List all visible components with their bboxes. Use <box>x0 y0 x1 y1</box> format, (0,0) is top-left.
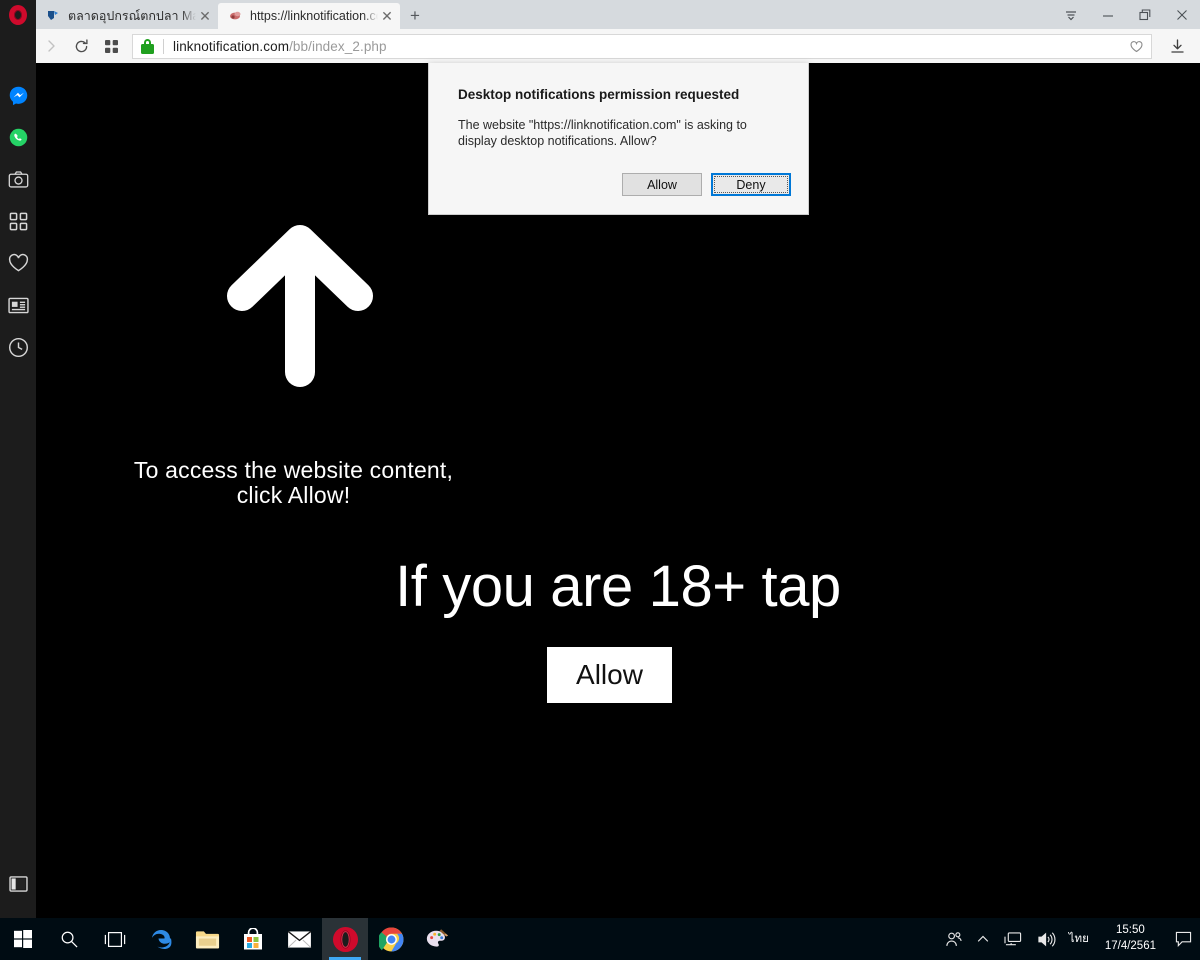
page-instruction-line2: click Allow! <box>236 482 351 509</box>
chrome-icon <box>378 926 404 952</box>
store-icon <box>244 927 262 949</box>
search-icon <box>61 931 78 948</box>
search-button[interactable] <box>46 918 92 960</box>
taskbar-store[interactable] <box>230 918 276 960</box>
sidebar-item-extensions[interactable] <box>0 200 36 242</box>
grid-icon <box>9 212 27 230</box>
news-icon <box>7 297 29 313</box>
action-center-icon[interactable] <box>1166 918 1200 960</box>
bookmark-heart-icon[interactable] <box>1127 37 1145 55</box>
page-instruction-line1: To access the website content, <box>133 457 454 483</box>
tab-bar: ตลาดอุปกรณ์ตกปลา Market ✕ https://linkno… <box>0 0 1200 29</box>
network-icon[interactable] <box>997 918 1030 960</box>
tab-0-title: ตลาดอุปกรณ์ตกปลา Market <box>68 9 196 23</box>
opera-menu-logo[interactable] <box>0 0 36 29</box>
url-path: /bb/index_2.php <box>289 38 387 54</box>
taskbar-file-explorer[interactable] <box>184 918 230 960</box>
people-icon[interactable] <box>938 918 969 960</box>
url-host: linknotification.com <box>173 38 290 54</box>
address-bar[interactable]: linknotification.com/bb/index_2.php <box>132 33 1152 59</box>
forward-button[interactable] <box>36 31 66 61</box>
sidebar-item-snapshot[interactable] <box>0 158 36 200</box>
opera-logo-icon <box>332 926 358 952</box>
clock-date: 17/4/2561 <box>1104 940 1156 952</box>
reload-button[interactable] <box>66 31 96 61</box>
clock-icon <box>8 337 28 357</box>
opera-sidebar <box>0 29 36 918</box>
tab-1-title: https://linknotification.com <box>250 9 378 23</box>
taskbar-paint3d[interactable] <box>414 918 460 960</box>
paint3d-icon <box>426 929 449 947</box>
clock[interactable]: 15:50 17/4/2561 <box>1095 918 1166 960</box>
fish-market-favicon <box>46 8 62 24</box>
site-favicon <box>228 8 244 24</box>
start-button[interactable] <box>0 918 46 960</box>
page-allow-button[interactable]: Allow <box>547 647 672 703</box>
navigation-bar: linknotification.com/bb/index_2.php <box>0 29 1200 63</box>
whatsapp-icon <box>9 128 27 146</box>
window-controls <box>1052 0 1200 29</box>
task-view-icon <box>104 931 126 947</box>
camera-icon <box>8 170 28 188</box>
screen: ตลาดอุปกรณ์ตกปลา Market ✕ https://linkno… <box>0 0 1200 960</box>
opera-menu-button[interactable] <box>1052 0 1089 29</box>
download-button[interactable] <box>1160 31 1194 61</box>
dialog-body: The website "https://linknotification.co… <box>458 118 747 148</box>
sidebar-item-news[interactable] <box>0 284 36 326</box>
mail-icon <box>287 930 311 948</box>
clock-time: 15:50 <box>1116 924 1145 937</box>
taskbar-opera[interactable] <box>322 918 368 960</box>
close-button[interactable] <box>1163 0 1200 29</box>
new-tab-button[interactable]: + <box>400 3 430 29</box>
taskbar-chrome[interactable] <box>368 918 414 960</box>
folder-icon <box>195 930 219 948</box>
edge-icon <box>152 930 172 949</box>
task-view-button[interactable] <box>92 918 138 960</box>
up-arrow-icon <box>215 220 385 388</box>
tab-0[interactable]: ตลาดอุปกรณ์ตกปลา Market ✕ <box>36 3 218 29</box>
dialog-allow-button[interactable]: Allow <box>622 173 702 196</box>
heart-icon <box>8 253 28 272</box>
sidebar-item-messenger[interactable] <box>0 74 36 116</box>
speed-dial-button[interactable] <box>96 31 126 61</box>
system-tray: ไทย 15:50 17/4/2561 <box>938 918 1200 960</box>
dialog-deny-button[interactable]: Deny <box>711 173 791 196</box>
dialog-actions: Allow Deny <box>622 173 791 196</box>
tab-1-close-icon[interactable]: ✕ <box>378 7 396 25</box>
windows-taskbar: ไทย 15:50 17/4/2561 <box>0 918 1200 960</box>
panel-toggle-icon <box>8 876 28 892</box>
url-text: linknotification.com/bb/index_2.php <box>173 39 387 54</box>
minimize-button[interactable] <box>1089 0 1126 29</box>
padlock-icon <box>141 38 154 54</box>
sidebar-item-bookmarks[interactable] <box>0 242 36 284</box>
windows-logo-icon <box>14 930 32 948</box>
page-instruction: To access the website content, click All… <box>36 457 551 509</box>
dialog-title: Desktop notifications permission request… <box>458 87 740 102</box>
opera-logo-icon <box>9 4 27 25</box>
sidebar-item-whatsapp[interactable] <box>0 116 36 158</box>
notification-permission-dialog: Desktop notifications permission request… <box>428 63 809 215</box>
tab-0-close-icon[interactable]: ✕ <box>196 7 214 25</box>
taskbar-mail[interactable] <box>276 918 322 960</box>
volume-icon[interactable] <box>1030 918 1063 960</box>
page-headline: If you are 18+ tap <box>395 554 841 619</box>
sidebar-item-history[interactable] <box>0 326 36 368</box>
show-hidden-icons-icon[interactable] <box>969 918 997 960</box>
sidebar-toggle[interactable] <box>0 863 36 905</box>
tab-1[interactable]: https://linknotification.com ✕ <box>218 3 400 29</box>
url-divider <box>163 38 164 54</box>
taskbar-edge[interactable] <box>138 918 184 960</box>
opera-browser-window: ตลาดอุปกรณ์ตกปลา Market ✕ https://linkno… <box>0 0 1200 918</box>
maximize-button[interactable] <box>1126 0 1163 29</box>
messenger-icon <box>9 86 27 105</box>
language-indicator[interactable]: ไทย <box>1063 930 1095 948</box>
